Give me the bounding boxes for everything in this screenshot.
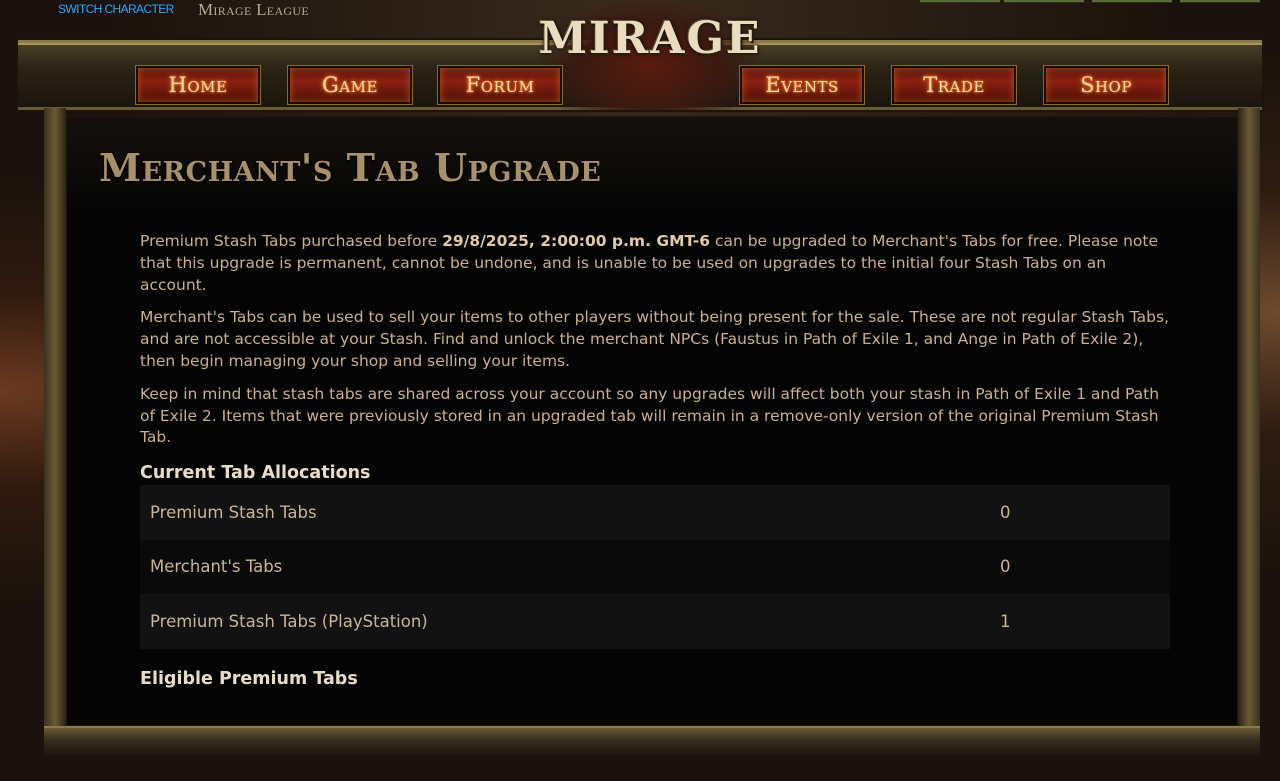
content-panel: Merchant's Tab Upgrade Premium Stash Tab…	[66, 116, 1238, 726]
top-link-slot[interactable]	[1004, 0, 1084, 3]
shared-tabs-paragraph: Keep in mind that stash tabs are shared …	[140, 384, 1160, 447]
intro-paragraph: Premium Stash Tabs purchased before 29/8…	[140, 231, 1174, 296]
top-link-slot[interactable]	[920, 0, 1000, 3]
table-row: Premium Stash Tabs 0	[140, 485, 1170, 540]
allocation-label: Premium Stash Tabs	[150, 502, 317, 522]
content-body: Premium Stash Tabs purchased before 29/8…	[140, 231, 1174, 691]
nav-game[interactable]: Game	[288, 66, 412, 104]
page-title: Merchant's Tab Upgrade	[99, 145, 602, 190]
frame-right-border	[1238, 108, 1260, 748]
table-row: Merchant's Tabs 0	[140, 539, 1170, 595]
nav-events[interactable]: Events	[740, 66, 864, 104]
cutoff-date: 29/8/2025, 2:00:00 p.m. GMT-6	[442, 232, 711, 250]
allocations-table: Premium Stash Tabs 0 Merchant's Tabs 0 P…	[140, 485, 1170, 649]
top-link-slot[interactable]	[1092, 0, 1172, 3]
merchant-tabs-paragraph: Merchant's Tabs can be used to sell your…	[140, 308, 1170, 370]
allocation-label: Premium Stash Tabs (PlayStation)	[150, 611, 428, 631]
table-row: Premium Stash Tabs (PlayStation) 1	[140, 594, 1170, 649]
nav-shop[interactable]: Shop	[1044, 66, 1168, 104]
nav-game-label: Game	[322, 73, 378, 97]
switch-character-link[interactable]: SWITCH CHARACTER	[58, 2, 174, 16]
frame-left-border	[44, 108, 66, 748]
frame-bottom-border	[44, 726, 1260, 756]
allocations-heading: Current Tab Allocations	[140, 463, 371, 484]
nav-forum-label: Forum	[465, 73, 535, 97]
title-bar: Merchant's Tab Upgrade	[67, 117, 1237, 207]
nav-shop-label: Shop	[1080, 73, 1132, 97]
intro-text-a: Premium Stash Tabs purchased before	[140, 232, 443, 250]
nav-home[interactable]: Home	[136, 66, 260, 104]
eligible-tabs-heading: Eligible Premium Tabs	[140, 668, 358, 689]
top-link-slot[interactable]	[1180, 0, 1260, 3]
allocation-label: Merchant's Tabs	[150, 557, 283, 577]
allocation-value: 0	[1000, 502, 1011, 522]
logo-text: MIRAGE	[538, 12, 762, 64]
site-logo[interactable]: MIRAGE	[538, 0, 762, 110]
nav-forum[interactable]: Forum	[438, 66, 562, 104]
nav-trade[interactable]: Trade	[892, 66, 1016, 104]
allocation-value: 1	[1000, 611, 1011, 631]
nav-trade-label: Trade	[923, 73, 985, 97]
nav-home-label: Home	[168, 73, 228, 97]
nav-events-label: Events	[765, 73, 839, 97]
allocation-value: 0	[1000, 557, 1011, 577]
